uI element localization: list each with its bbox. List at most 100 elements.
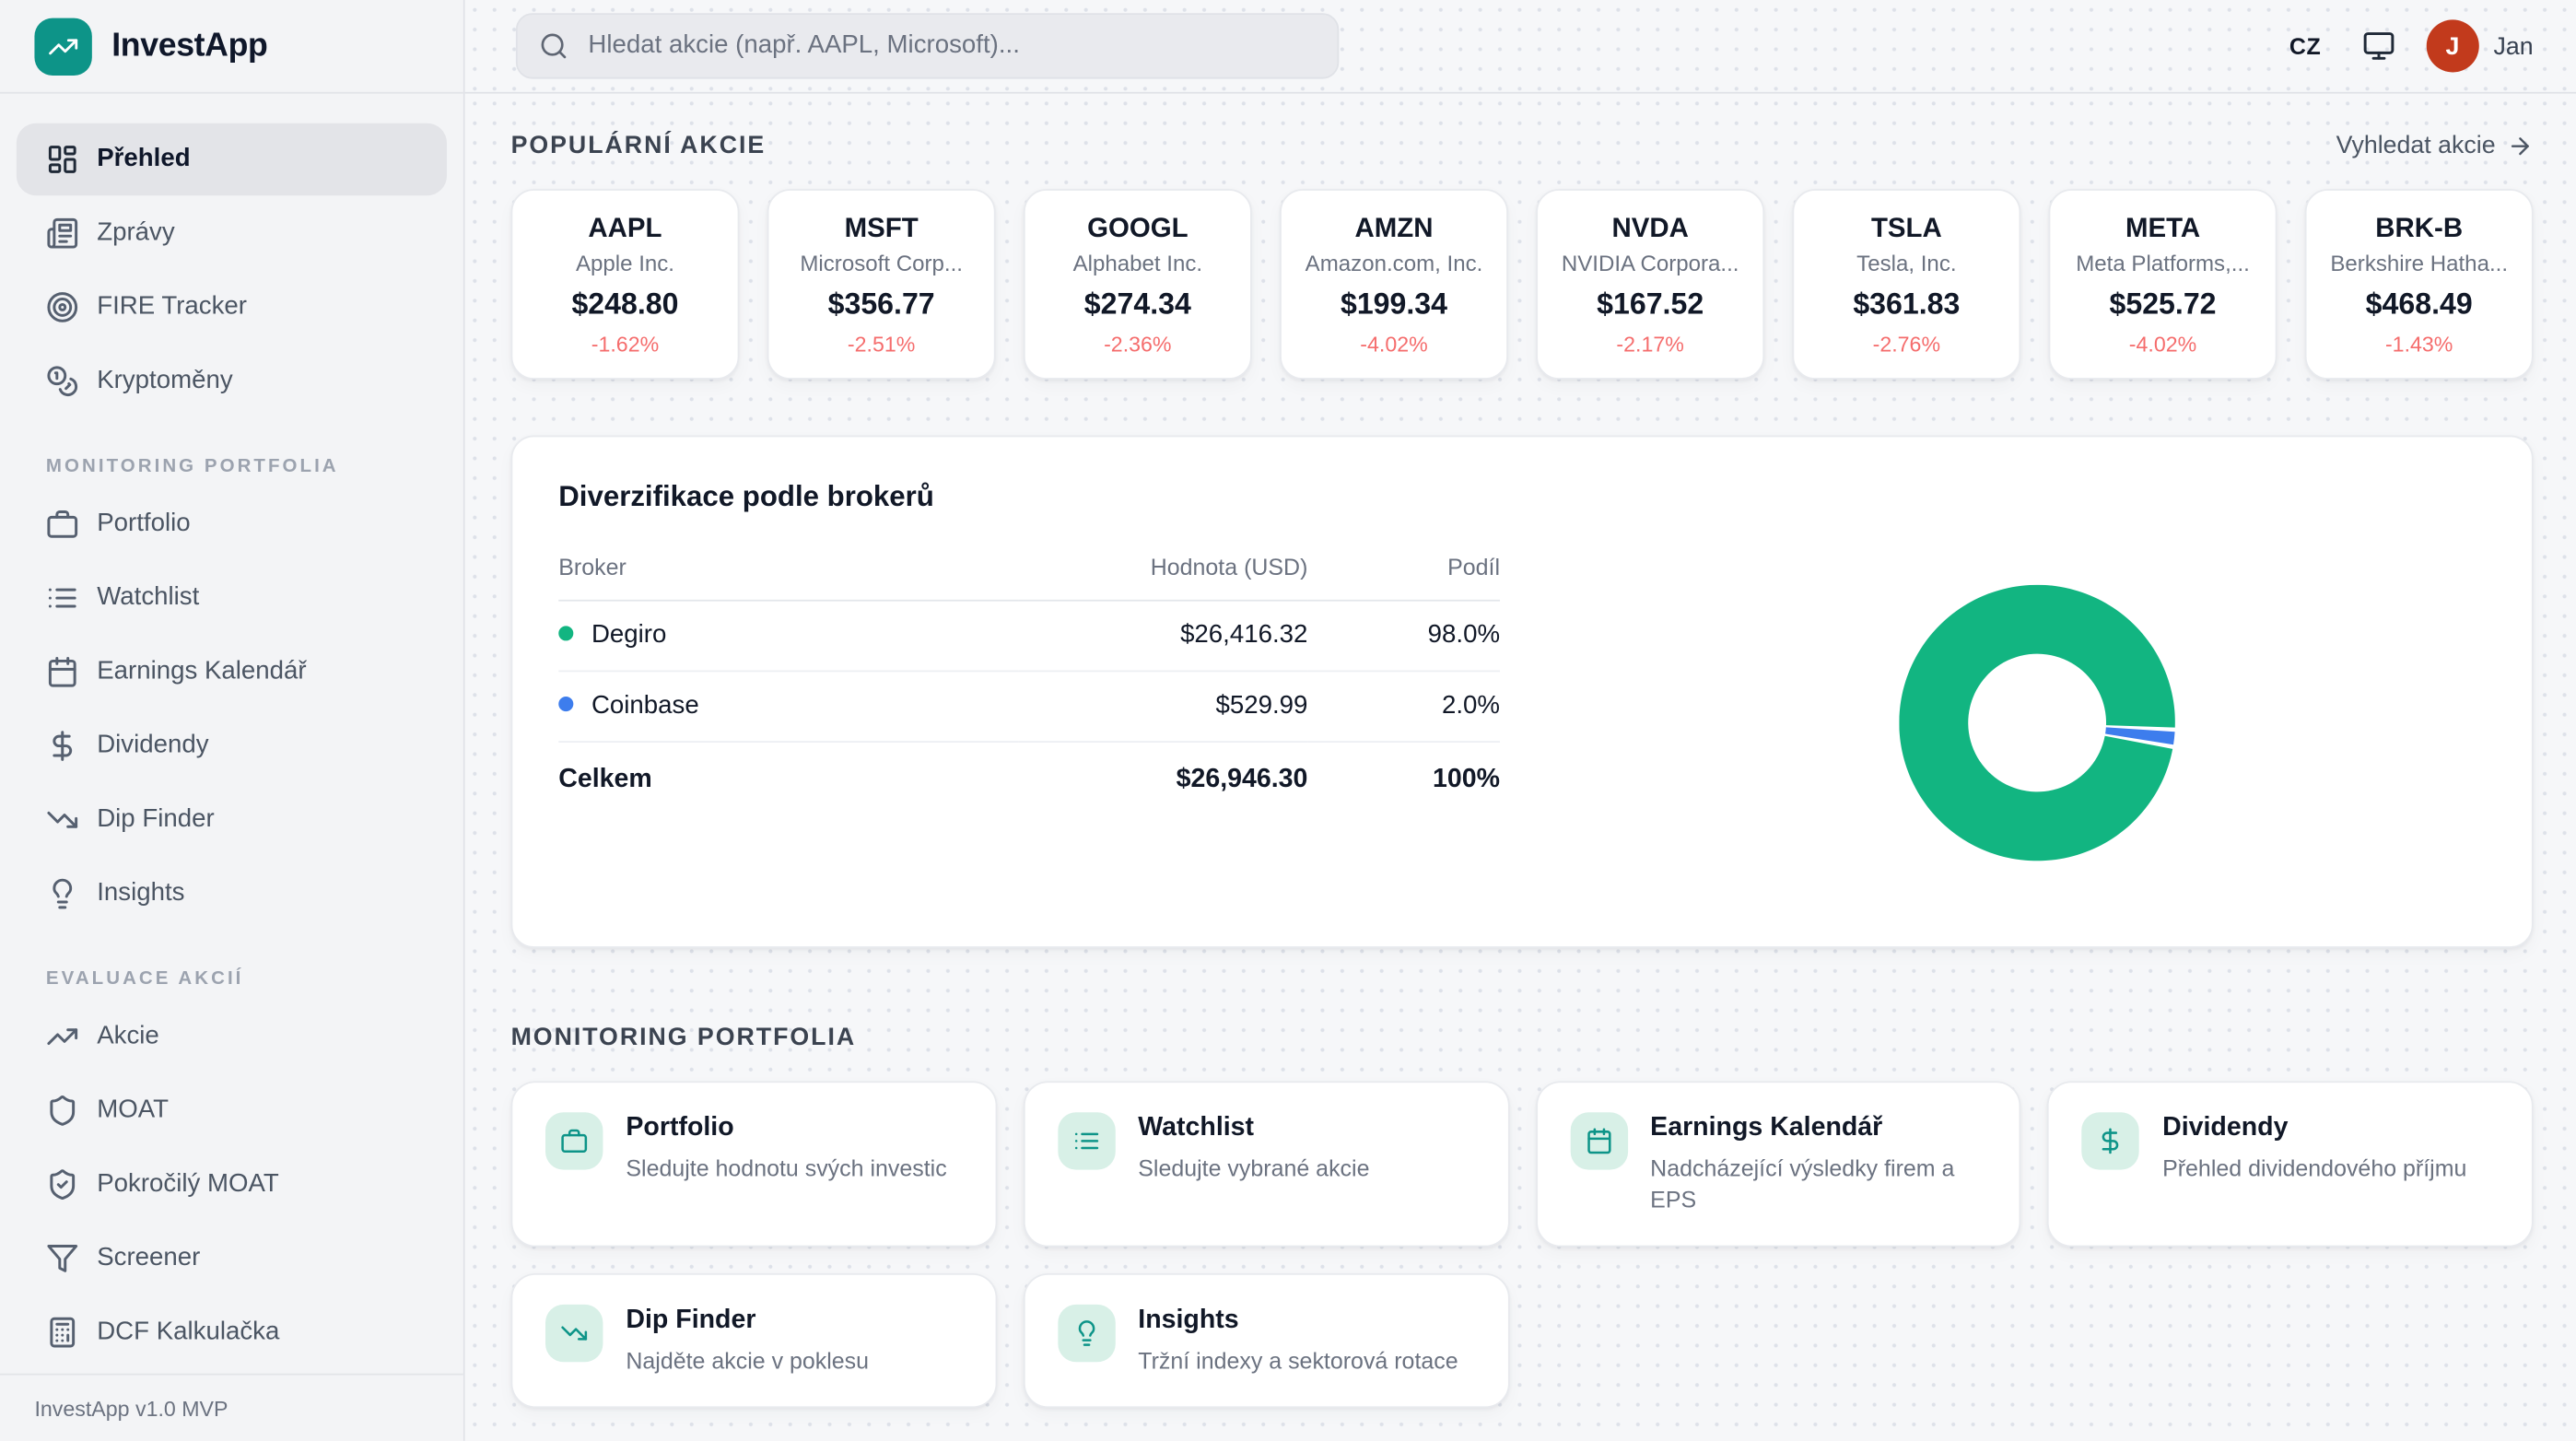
topbar-actions: CZ J Jan — [2279, 19, 2533, 72]
coins-icon — [46, 365, 79, 398]
sidebar-item-akcie[interactable]: Akcie — [17, 1001, 447, 1072]
feature-card-earnings[interactable]: Earnings Kalendář Nadcházející výsledky … — [1535, 1081, 2020, 1247]
stock-card-googl[interactable]: GOOGL Alphabet Inc. $274.34 -2.36% — [1024, 189, 1252, 380]
dashboard-icon — [46, 143, 79, 176]
stock-change: -1.62% — [591, 331, 659, 356]
feature-card-watchlist[interactable]: Watchlist Sledujte vybrané akcie — [1023, 1081, 1508, 1247]
stock-change: -4.02% — [1360, 331, 1427, 356]
sidebar-item-label: Insights — [97, 879, 184, 908]
stock-company: Berkshire Hatha... — [2330, 251, 2508, 275]
table-row-coinbase: Coinbase $529.99 2.0% — [558, 671, 1500, 742]
main-content: POPULÁRNÍ AKCIE Vyhledat akcie AAPL Appl… — [465, 94, 2576, 1441]
sidebar-item-prehled[interactable]: Přehled — [17, 123, 447, 195]
monitoring-section-title: MONITORING PORTFOLIA — [511, 1024, 857, 1051]
stock-card-msft[interactable]: MSFT Microsoft Corp... $356.77 -2.51% — [767, 189, 996, 380]
total-value: $26,946.30 — [1019, 742, 1308, 814]
feature-desc: Tržní indexy a sektorová rotace — [1138, 1345, 1458, 1377]
sidebar-item-kryptomeny[interactable]: Kryptoměny — [17, 345, 447, 416]
search-icon — [539, 31, 568, 61]
stock-card-meta[interactable]: META Meta Platforms,... $525.72 -4.02% — [2049, 189, 2277, 380]
feature-title: Insights — [1138, 1304, 1458, 1335]
language-toggle[interactable]: CZ — [2279, 31, 2331, 61]
stock-price: $199.34 — [1341, 287, 1447, 321]
table-row-degiro: Degiro $26,416.32 98.0% — [558, 601, 1500, 672]
arrow-right-icon — [2507, 133, 2534, 159]
stock-company: Amazon.com, Inc. — [1306, 251, 1483, 275]
stock-ticker: MSFT — [845, 213, 919, 244]
app-logo — [34, 18, 91, 75]
trending-down-icon — [46, 803, 79, 837]
stock-price: $361.83 — [1853, 287, 1960, 321]
user-name: Jan — [2494, 32, 2534, 60]
app-title: InvestApp — [111, 27, 267, 64]
search-box — [516, 13, 1339, 78]
stock-card-aapl[interactable]: AAPL Apple Inc. $248.80 -1.62% — [511, 189, 740, 380]
stock-change: -4.02% — [2129, 331, 2196, 356]
sidebar-item-label: Screener — [97, 1244, 200, 1273]
sidebar-item-watchlist[interactable]: Watchlist — [17, 562, 447, 634]
dollar-sign-icon — [2082, 1112, 2139, 1169]
stock-card-tsla[interactable]: TSLA Tesla, Inc. $361.83 -2.76% — [1792, 189, 2020, 380]
col-share: Podíl — [1307, 541, 1500, 601]
sidebar-item-label: Zprávy — [97, 218, 174, 248]
sidebar-item-pokrocily-moat[interactable]: Pokročilý MOAT — [17, 1148, 447, 1220]
sidebar-item-label: Pokročilý MOAT — [97, 1170, 279, 1200]
lightbulb-icon — [46, 877, 79, 910]
stock-company: NVIDIA Corpora... — [1562, 251, 1739, 275]
stock-company: Microsoft Corp... — [800, 251, 963, 275]
topbar: CZ J Jan — [465, 0, 2576, 94]
theme-toggle[interactable] — [2362, 29, 2395, 63]
calendar-icon — [1570, 1112, 1627, 1169]
feature-desc: Přehled dividendového příjmu — [2162, 1154, 2466, 1185]
sidebar-header: InvestApp — [0, 0, 463, 94]
broker-table-header: Broker Hodnota (USD) Podíl — [558, 541, 1500, 601]
sidebar-item-label: Přehled — [97, 145, 190, 174]
stock-card-brk-b[interactable]: BRK-B Berkshire Hatha... $468.49 -1.43% — [2305, 189, 2534, 380]
popular-stocks-title: POPULÁRNÍ AKCIE — [511, 132, 767, 159]
stock-company: Apple Inc. — [576, 251, 674, 275]
sidebar-item-fire-tracker[interactable]: FIRE Tracker — [17, 271, 447, 343]
feature-card-dip-finder[interactable]: Dip Finder Najděte akcie v poklesu — [511, 1273, 997, 1408]
stock-ticker: AAPL — [588, 213, 662, 244]
stock-change: -2.36% — [1104, 331, 1171, 356]
sidebar-item-moat[interactable]: MOAT — [17, 1074, 447, 1146]
feature-title: Earnings Kalendář — [1650, 1112, 1986, 1143]
stock-card-nvda[interactable]: NVDA NVIDIA Corpora... $167.52 -2.17% — [1536, 189, 1764, 380]
stock-price: $468.49 — [2366, 287, 2473, 321]
stock-price: $248.80 — [571, 287, 678, 321]
user-menu[interactable]: J Jan — [2426, 19, 2533, 72]
feature-cards-grid: Portfolio Sledujte hodnotu svých investi… — [511, 1081, 2534, 1407]
sidebar: InvestApp Přehled Zprávy FIRE Tracker Kr… — [0, 0, 465, 1441]
sidebar-item-label: Portfolio — [97, 510, 190, 539]
search-input[interactable] — [585, 29, 1317, 63]
list-icon — [46, 581, 79, 615]
sidebar-item-dip-finder[interactable]: Dip Finder — [17, 784, 447, 856]
monitor-icon — [2362, 29, 2395, 63]
trending-down-icon — [545, 1304, 603, 1361]
feature-card-insights[interactable]: Insights Tržní indexy a sektorová rotace — [1023, 1273, 1508, 1408]
stock-ticker: GOOGL — [1087, 213, 1188, 244]
sidebar-item-screener[interactable]: Screener — [17, 1223, 447, 1295]
stock-card-amzn[interactable]: AMZN Amazon.com, Inc. $199.34 -4.02% — [1280, 189, 1508, 380]
stock-ticker: AMZN — [1355, 213, 1434, 244]
stock-change: -2.51% — [848, 331, 915, 356]
sidebar-item-portfolio[interactable]: Portfolio — [17, 488, 447, 560]
search-stocks-link[interactable]: Vyhledat akcie — [2336, 132, 2534, 159]
sidebar-item-label: Dip Finder — [97, 805, 214, 835]
dollar-sign-icon — [46, 730, 79, 763]
feature-desc: Nadcházející výsledky firem a EPS — [1650, 1154, 1986, 1215]
total-label: Celkem — [558, 742, 1018, 814]
sidebar-item-dcf-kalkulacka[interactable]: DCF Kalkulačka — [17, 1296, 447, 1351]
sidebar-item-label: Dividendy — [97, 732, 208, 761]
lightbulb-icon — [1058, 1304, 1115, 1361]
feature-card-portfolio[interactable]: Portfolio Sledujte hodnotu svých investi… — [511, 1081, 997, 1247]
sidebar-item-dividendy[interactable]: Dividendy — [17, 709, 447, 781]
stock-ticker: META — [2125, 213, 2200, 244]
sidebar-item-earnings-kalendar[interactable]: Earnings Kalendář — [17, 636, 447, 708]
stock-change: -2.17% — [1616, 331, 1683, 356]
calculator-icon — [46, 1316, 79, 1349]
broker-name: Coinbase — [591, 692, 699, 720]
feature-card-dividendy[interactable]: Dividendy Přehled dividendového příjmu — [2047, 1081, 2533, 1247]
sidebar-item-zpravy[interactable]: Zprávy — [17, 197, 447, 269]
sidebar-item-insights[interactable]: Insights — [17, 858, 447, 930]
